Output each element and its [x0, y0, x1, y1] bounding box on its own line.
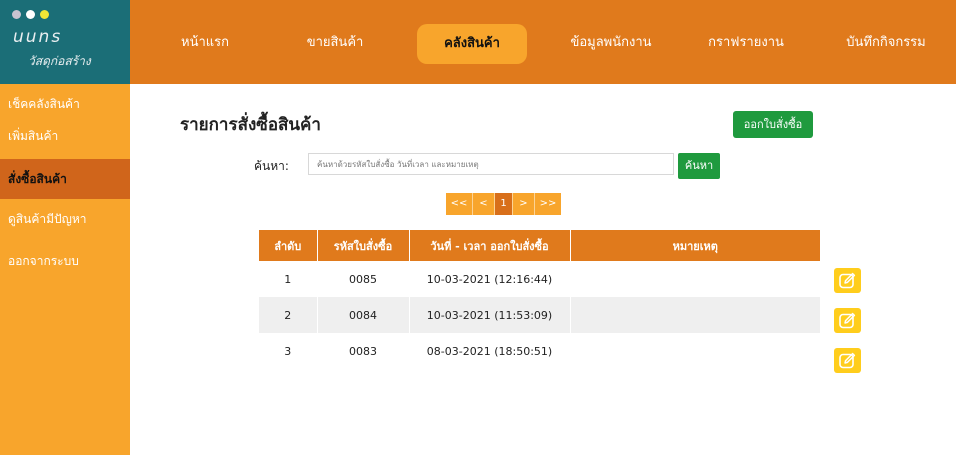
page-title: รายการสั่งซื้อสินค้า: [180, 115, 321, 135]
cell-code: 0084: [317, 297, 410, 333]
column-header-no: ลำดับ: [259, 230, 318, 261]
cell-datetime: 10-03-2021 (11:53:09): [409, 297, 571, 333]
current-page-button[interactable]: 1: [495, 193, 513, 215]
search-label: ค้นหา:: [254, 159, 289, 173]
edit-icon: [839, 272, 856, 289]
cell-no: 3: [259, 333, 318, 369]
app-title: uuns: [13, 27, 63, 47]
edit-icon: [839, 312, 856, 329]
app-subtitle: วัสดุก่อสร้าง: [28, 54, 91, 68]
nav-item-inventory[interactable]: คลังสินค้า: [417, 24, 527, 64]
column-header-code: รหัสใบสั่งซื้อ: [317, 230, 410, 261]
last-page-button[interactable]: >>: [535, 193, 561, 215]
search-button[interactable]: ค้นหา: [678, 153, 720, 179]
sidebar-item-problem-products[interactable]: ดูสินค้ามีปัญหา: [0, 199, 130, 239]
window-dot-icon: [26, 10, 35, 19]
column-header-datetime: วันที่ - เวลา ออกใบสั่งซื้อ: [409, 230, 571, 261]
nav-item-home[interactable]: หน้าแรก: [160, 0, 250, 84]
cell-code: 0085: [317, 261, 410, 297]
search-input[interactable]: [308, 153, 674, 175]
nav-item-employees[interactable]: ข้อมูลพนักงาน: [556, 0, 666, 84]
edit-button[interactable]: [834, 308, 861, 333]
table-header-row: ลำดับ รหัสใบสั่งซื้อ วันที่ - เวลา ออกใบ…: [259, 230, 820, 261]
cell-no: 2: [259, 297, 318, 333]
cell-no: 1: [259, 261, 318, 297]
purchase-order-table: ลำดับ รหัสใบสั่งซื้อ วันที่ - เวลา ออกใบ…: [259, 230, 820, 369]
nav-item-activity-log[interactable]: บันทึกกิจกรรม: [826, 0, 946, 84]
window-dot-icon: [40, 10, 49, 19]
edit-button[interactable]: [834, 348, 861, 373]
first-page-button[interactable]: <<: [446, 193, 473, 215]
nav-item-sales[interactable]: ขายสินค้า: [290, 0, 380, 84]
column-header-note: หมายเหตุ: [570, 230, 820, 261]
nav-item-reports[interactable]: กราฟรายงาน: [696, 0, 796, 84]
table-row[interactable]: 3 0083 08-03-2021 (18:50:51): [259, 333, 820, 369]
next-page-button[interactable]: >: [513, 193, 535, 215]
cell-datetime: 08-03-2021 (18:50:51): [409, 333, 571, 369]
app-logo[interactable]: uuns วัสดุก่อสร้าง: [0, 0, 130, 84]
create-purchase-order-button[interactable]: ออกใบสั่งซื้อ: [733, 111, 813, 138]
sidebar: เช็คคลังสินค้า เพิ่มสินค้า สั่งซื้อสินค้…: [0, 84, 130, 455]
prev-page-button[interactable]: <: [473, 193, 495, 215]
top-navbar: uuns วัสดุก่อสร้าง หน้าแรก ขายสินค้า คลั…: [0, 0, 956, 84]
edit-icon: [839, 352, 856, 369]
cell-note: [570, 261, 820, 297]
cell-datetime: 10-03-2021 (12:16:44): [409, 261, 571, 297]
table-row[interactable]: 1 0085 10-03-2021 (12:16:44): [259, 261, 820, 297]
edit-button[interactable]: [834, 268, 861, 293]
pagination: << < 1 > >>: [446, 193, 561, 215]
cell-note: [570, 297, 820, 333]
sidebar-item-logout[interactable]: ออกจากระบบ: [0, 241, 130, 281]
cell-code: 0083: [317, 333, 410, 369]
sidebar-item-purchase-order[interactable]: สั่งซื้อสินค้า: [0, 159, 130, 199]
cell-note: [570, 333, 820, 369]
sidebar-item-add-product[interactable]: เพิ่มสินค้า: [0, 116, 130, 156]
table-row[interactable]: 2 0084 10-03-2021 (11:53:09): [259, 297, 820, 333]
window-dot-icon: [12, 10, 21, 19]
